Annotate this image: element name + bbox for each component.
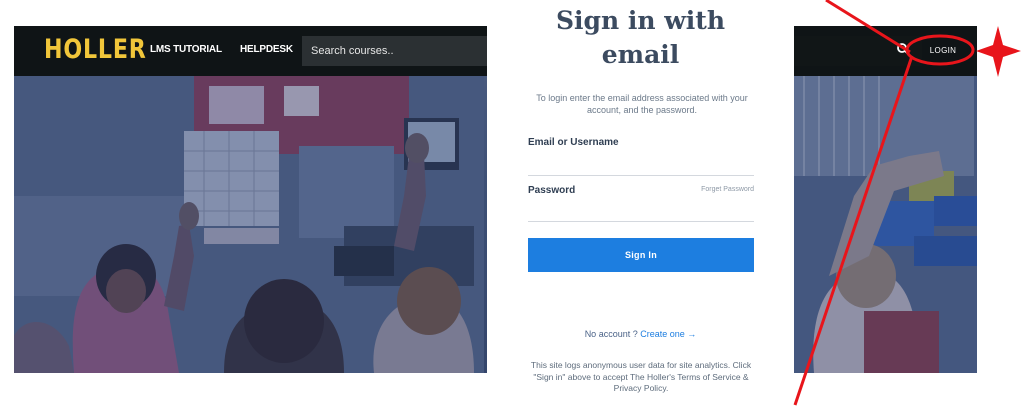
modal-title: Sign in with email bbox=[487, 4, 794, 72]
privacy-notice: This site logs anonymous user data for s… bbox=[530, 360, 752, 393]
arrow-right-icon: → bbox=[687, 329, 697, 339]
nav-lms-tutorial[interactable]: LMS TUTORIAL bbox=[150, 44, 222, 55]
email-field[interactable] bbox=[528, 156, 754, 176]
nav-helpdesk[interactable]: HELPDESK bbox=[240, 44, 293, 55]
password-field[interactable] bbox=[528, 202, 754, 222]
modal-title-line2: email bbox=[601, 40, 680, 69]
site-logo[interactable]: HOLLER bbox=[44, 34, 147, 65]
four-point-star-icon bbox=[976, 26, 1021, 77]
no-account-text: No account ? bbox=[584, 329, 638, 339]
login-modal: Sign in with email To login enter the em… bbox=[487, 0, 794, 411]
sign-in-button[interactable]: Sign In bbox=[528, 238, 754, 272]
email-label: Email or Username bbox=[528, 137, 619, 148]
create-account-label[interactable]: Create one bbox=[640, 329, 685, 339]
login-button[interactable]: LOGIN bbox=[918, 40, 968, 62]
search-icon[interactable] bbox=[896, 42, 910, 56]
modal-title-line1: Sign in with bbox=[555, 6, 726, 35]
create-account-link[interactable]: Create one → bbox=[640, 329, 696, 339]
forgot-password-link[interactable]: Forget Password bbox=[688, 186, 754, 193]
password-label: Password bbox=[528, 185, 576, 196]
search-courses-input[interactable]: Search courses.. bbox=[302, 36, 492, 66]
no-account-row: No account ? Create one → bbox=[487, 329, 794, 339]
modal-description: To login enter the email address associa… bbox=[536, 93, 748, 115]
